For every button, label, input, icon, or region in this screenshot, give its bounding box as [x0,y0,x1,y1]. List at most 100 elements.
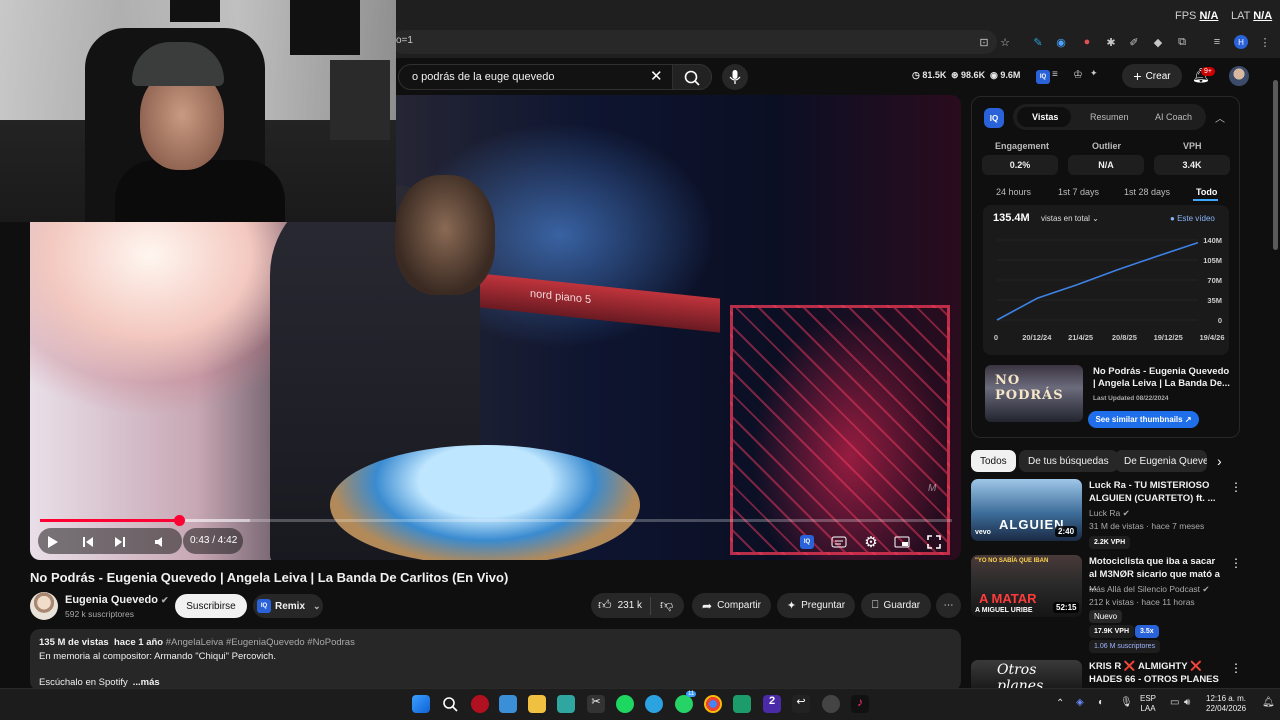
rec-thumbnail[interactable]: "YO NO SABÍA QUE IBAN A MATAR A MIGUEL U… [971,555,1082,617]
network-icon[interactable]: ▭ [1170,697,1179,708]
address-bar[interactable]: o=1 [392,30,997,54]
next-button[interactable] [108,530,132,554]
clear-search-icon[interactable]: ✕ [650,67,663,85]
bookmark-star-icon[interactable]: ☆ [996,33,1014,51]
tab-resumen[interactable]: Resumen [1090,112,1129,122]
spotify-icon[interactable] [616,695,634,713]
notepad-icon[interactable] [557,695,575,713]
tray-app-icon[interactable]: ◐ [1098,697,1104,708]
extension-icon[interactable]: ✎ [1029,33,1047,51]
clock[interactable]: 12:16 a. m. 22/04/2026 [1206,694,1246,714]
rec-channel[interactable]: Más Allá del Silencio Podcast ✔ [1089,584,1210,595]
reading-list-icon[interactable]: ≡ [1208,33,1226,51]
play-button[interactable] [40,530,64,554]
chip-todos[interactable]: Todos [971,450,1016,472]
search-input[interactable]: o podrás de la euge quevedo [398,64,712,90]
whatsapp-icon[interactable] [675,695,693,713]
app-icon[interactable] [471,695,489,713]
tab-ai-coach[interactable]: AI Coach [1155,112,1192,122]
app-icon[interactable] [733,695,751,713]
search-button[interactable] [672,64,712,90]
tab-vistas[interactable]: Vistas [1032,112,1058,122]
volume-button[interactable] [148,530,172,554]
more-actions-button[interactable]: ⋯ [936,593,961,618]
range-first-28-days[interactable]: 1st 28 days [1124,187,1170,197]
app-icon[interactable]: ↩ [792,695,810,713]
scrollbar-thumb[interactable] [1273,80,1278,250]
tray-app-icon[interactable]: ◈ [1076,697,1084,708]
share-button[interactable]: ➦ Compartir [692,593,771,618]
previous-button[interactable] [76,530,100,554]
views-mode-dropdown[interactable]: vistas en total ⌄ [1041,214,1099,223]
like-divider [650,597,651,615]
rec-title[interactable]: Luck Ra - TU MISTERIOSO ALGUIEN (CUARTET… [1089,479,1224,505]
app-icon[interactable]: 2 [763,695,781,713]
browser-menu-icon[interactable]: ⋮ [1256,33,1274,51]
extension-icon[interactable]: ◉ [1052,33,1070,51]
miniplayer-button[interactable] [890,530,914,554]
subtitles-button[interactable] [827,530,851,554]
channel-avatar[interactable] [30,592,58,620]
voice-search-button[interactable] [722,64,748,90]
remix-button[interactable]: IQ Remix ⌄ [253,594,323,618]
file-explorer-icon[interactable] [528,695,546,713]
subscribe-button[interactable]: Suscribirse [175,594,247,618]
taskbar-search-icon[interactable] [441,695,459,713]
rec-menu-icon[interactable]: ⋮ [1230,661,1242,675]
like-button[interactable]: 👍︎ 231 k [598,597,642,613]
sparkle-icon[interactable]: ✦ [1090,68,1098,79]
rec-channel[interactable]: Luck Ra ✔ [1089,508,1130,519]
start-windows-icon[interactable] [412,695,430,713]
volume-tray-icon[interactable]: 🔊︎ [1184,697,1190,708]
vidiq-icon[interactable]: IQ [1036,70,1050,84]
tiktok-icon[interactable]: ♪ [851,695,869,713]
capcut-icon[interactable]: ✂ [587,695,605,713]
settings-button[interactable]: ⚙ [859,530,883,554]
microphone-tray-icon[interactable]: 🎙︎ [1120,697,1133,708]
rec-duration: 2:40 [1055,526,1078,537]
notification-center-icon[interactable]: 🔔︎ [1262,697,1275,708]
telegram-icon[interactable] [645,695,663,713]
channel-name[interactable]: Eugenia Quevedo ✔ [65,594,169,606]
list-icon[interactable]: ≡ [1052,69,1058,80]
vidiq-player-icon[interactable]: IQ [800,535,814,549]
range-24-hours[interactable]: 24 hours [996,187,1031,197]
description-box[interactable]: 135 M de vistas hace 1 año #AngelaLeiva … [30,629,961,691]
tray-overflow-icon[interactable]: ⌃ [1056,698,1064,709]
chrome-icon[interactable] [704,695,722,713]
thumbnail-overlay-text: NO PODRÁS [995,373,1064,403]
rec-menu-icon[interactable]: ⋮ [1230,480,1242,494]
extension-icon[interactable]: ● [1078,33,1096,51]
save-button[interactable]: ⎕ Guardar [861,593,931,618]
rec-thumbnail[interactable]: Otros planes [971,660,1082,688]
collapse-chevron-icon[interactable]: ︿ [1215,110,1225,125]
metric-label-engagement: Engagement [995,141,1050,151]
range-all[interactable]: Todo [1196,187,1217,197]
chips-next-chevron-icon[interactable]: › [1217,453,1222,469]
range-first-7-days[interactable]: 1st 7 days [1058,187,1099,197]
extension-icon[interactable]: ✐ [1125,33,1143,51]
extension-icon[interactable]: ✱ [1102,33,1120,51]
rec-menu-icon[interactable]: ⋮ [1230,556,1242,570]
extension-icon[interactable]: ◆ [1149,33,1167,51]
see-similar-thumbnails-button[interactable]: See similar thumbnails ↗ [1088,411,1199,428]
chip-de-eugenia-quevedo[interactable]: De Eugenia Quevedo [1115,450,1207,472]
show-more-link[interactable]: ...más [133,677,160,688]
language-indicator[interactable]: ESP LAA [1140,694,1156,714]
dislike-button[interactable]: 👎︎ [660,597,673,613]
account-avatar[interactable] [1229,66,1249,86]
extensions-puzzle-icon[interactable]: ⧉ [1173,33,1191,51]
progress-scrubber[interactable] [173,515,185,526]
create-button[interactable]: + Crear [1122,64,1182,88]
chip-de-tus-busquedas[interactable]: De tus búsquedas [1019,450,1118,472]
install-app-icon[interactable]: ⊡ [975,33,993,51]
award-icon[interactable]: ♔ [1073,68,1083,81]
video-thumbnail-preview[interactable]: NO PODRÁS [985,365,1083,422]
profile-icon[interactable]: H [1232,33,1250,51]
rec-thumbnail[interactable]: ALGUIEN vevo 2:40 [971,479,1082,541]
ask-button[interactable]: ✦ Preguntar [777,593,855,618]
fullscreen-button[interactable] [922,530,946,554]
obs-icon[interactable] [822,695,840,713]
store-icon[interactable] [499,695,517,713]
new-badge: Nuevo [1089,610,1123,623]
